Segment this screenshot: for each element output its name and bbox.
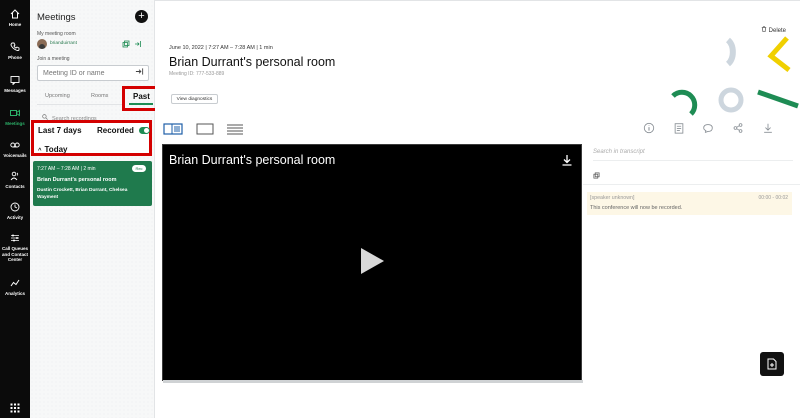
rail-item-activity[interactable]: Activity xyxy=(0,202,30,221)
add-note-icon xyxy=(767,358,777,370)
view-diagnostics-button[interactable]: View diagnostics xyxy=(171,94,218,104)
play-icon[interactable] xyxy=(361,248,384,274)
download-icon[interactable] xyxy=(761,122,775,136)
message-icon xyxy=(10,75,20,86)
clock-icon xyxy=(10,202,20,212)
rail-label-call-queues: Call Queues and Contact Center xyxy=(1,246,28,262)
transcript-panel: Search in transcript [speaker unknown] 0… xyxy=(583,144,800,418)
transcript-search-input[interactable]: Search in transcript xyxy=(593,149,793,161)
rail-item-home[interactable]: Home xyxy=(0,9,30,28)
rail-item-meetings[interactable]: Meetings xyxy=(0,108,30,127)
meeting-card-participants: Dustin Crockett, Brian Durrant, Chelsea … xyxy=(37,188,128,200)
video-view-icon[interactable] xyxy=(195,122,215,136)
rail-item-contacts[interactable]: Contacts xyxy=(0,171,30,190)
rail-item-messages[interactable]: Messages xyxy=(0,75,30,94)
transcript-text: This conference will now be recorded. xyxy=(590,205,683,211)
share-icon[interactable] xyxy=(731,122,745,136)
recording-toolbar xyxy=(642,122,782,136)
page-title: Brian Durrant's personal room xyxy=(169,55,336,69)
join-room-icon[interactable] xyxy=(134,40,142,48)
add-note-button[interactable] xyxy=(760,352,784,376)
recorded-toggle[interactable] xyxy=(139,127,150,134)
my-meeting-room[interactable]: brianduirrant xyxy=(37,39,152,50)
transcript-speaker: [speaker unknown] xyxy=(590,195,635,201)
chevron-up-icon: ^ xyxy=(38,148,42,154)
date-range-filter[interactable]: Last 7 days xyxy=(38,126,82,135)
meeting-meta: June 10, 2022 | 7:27 AM – 7:28 AM | 1 mi… xyxy=(169,45,273,51)
rail-label-messages: Messages xyxy=(4,88,26,93)
rail-label-home: Home xyxy=(8,22,22,27)
my-room-label: My meeting room xyxy=(37,31,76,37)
phone-icon xyxy=(10,42,20,52)
video-progress-bar[interactable] xyxy=(163,380,583,383)
meeting-card[interactable]: 7:27 AM – 7:28 AM | 2 min Rec Brian Durr… xyxy=(33,161,152,206)
home-icon xyxy=(10,9,20,19)
copy-link-icon[interactable] xyxy=(122,40,130,48)
split-view-icon[interactable] xyxy=(163,122,183,136)
video-download-icon[interactable] xyxy=(561,153,573,166)
meeting-detail: Delete June 10, 2022 | 7:27 AM – 7:28 AM… xyxy=(155,0,800,418)
rail-label-meetings: Meetings xyxy=(5,121,25,126)
new-meeting-button[interactable]: + xyxy=(135,10,148,23)
rail-item-call-queues[interactable]: Call Queues and Contact Center xyxy=(0,233,30,263)
meeting-id: Meeting ID: 777-533-889 xyxy=(169,71,225,77)
sliders-icon xyxy=(10,233,20,243)
plus-icon: + xyxy=(138,10,145,22)
group-today-label: Today xyxy=(44,145,68,154)
video-player[interactable]: Brian Durrant's personal room xyxy=(162,144,583,383)
meetings-panel: Meetings + My meeting room brianduirrant… xyxy=(30,0,176,418)
transcript-divider xyxy=(583,184,800,185)
rail-item-phone[interactable]: Phone xyxy=(0,42,30,61)
app-window: Home Phone Messages Meetings Voicemails … xyxy=(0,0,800,418)
analytics-icon xyxy=(10,278,20,288)
video-camera-icon xyxy=(10,108,20,118)
tabs-divider xyxy=(37,104,125,105)
info-icon[interactable] xyxy=(642,122,656,136)
group-today[interactable]: ^ Today xyxy=(38,145,67,154)
transcript-timestamp[interactable]: 00:00 - 00:02 xyxy=(759,195,788,201)
notes-icon[interactable] xyxy=(672,122,686,136)
join-label: Join a meeting xyxy=(37,56,70,62)
decorative-shapes xyxy=(671,36,799,116)
transcript-view-icon[interactable] xyxy=(225,122,245,136)
meeting-card-title: Brian Durrant's personal room xyxy=(37,177,117,183)
trash-icon xyxy=(761,26,769,34)
rail-item-analytics[interactable]: Analytics xyxy=(0,278,30,297)
transcript-entry[interactable]: [speaker unknown] 00:00 - 00:02 This con… xyxy=(587,192,792,215)
rail-label-activity: Activity xyxy=(6,215,24,220)
recording-badge: Rec xyxy=(132,165,146,172)
rail-label-phone: Phone xyxy=(8,55,22,60)
tab-upcoming[interactable]: Upcoming xyxy=(45,93,70,99)
join-arrow-icon[interactable] xyxy=(133,67,145,79)
comment-icon[interactable] xyxy=(701,122,715,136)
app-grid-icon[interactable] xyxy=(10,400,20,413)
recordings-filter-highlight: Last 7 days Recorded ^ Today xyxy=(31,120,152,156)
rail-item-voicemails[interactable]: Voicemails xyxy=(0,140,30,159)
app-nav-rail: Home Phone Messages Meetings Voicemails … xyxy=(0,0,30,418)
contacts-icon xyxy=(10,171,20,181)
delete-button[interactable]: Delete xyxy=(761,26,786,34)
panel-title: Meetings xyxy=(37,12,76,23)
meeting-card-time: 7:27 AM – 7:28 AM | 2 min xyxy=(37,166,96,172)
rail-label-analytics: Analytics xyxy=(4,291,25,296)
tab-past-label: Past xyxy=(133,92,150,101)
video-title: Brian Durrant's personal room xyxy=(169,153,336,167)
rail-label-voicemails: Voicemails xyxy=(3,153,27,158)
recorded-toggle-label: Recorded xyxy=(97,126,134,135)
rail-label-contacts: Contacts xyxy=(5,184,25,189)
my-room-name[interactable]: brianduirrant xyxy=(50,41,77,46)
layout-switcher xyxy=(163,122,253,136)
tab-rooms[interactable]: Rooms xyxy=(91,93,108,99)
voicemail-icon xyxy=(10,140,20,150)
avatar xyxy=(37,39,47,49)
copy-transcript-icon[interactable] xyxy=(593,172,600,181)
delete-label: Delete xyxy=(768,28,787,34)
top-divider xyxy=(155,0,800,1)
